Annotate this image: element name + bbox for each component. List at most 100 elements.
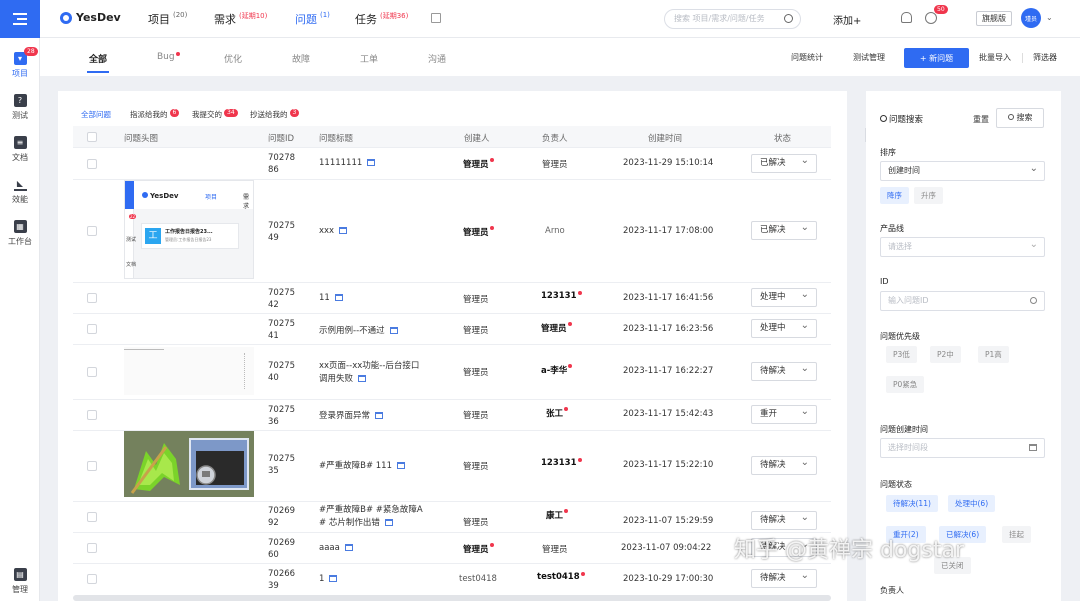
row-checkbox[interactable] bbox=[87, 226, 97, 236]
select-all-checkbox[interactable] bbox=[87, 132, 97, 142]
row-checkbox[interactable] bbox=[87, 512, 97, 522]
status-in-progress[interactable]: 处理中(6) bbox=[948, 495, 996, 512]
issue-title[interactable]: #严重故障B# #紧急故障A # 芯片制作出错 bbox=[319, 504, 423, 530]
priority-p0[interactable]: P0紧急 bbox=[886, 376, 925, 393]
issue-thumbnail[interactable] bbox=[124, 347, 254, 395]
table-row[interactable]: 70275 41 示例用例--不通过 管理员 管理员 2023-11-17 16:… bbox=[73, 314, 831, 345]
nav-requirement[interactable]: 需求 (延期10) bbox=[214, 11, 267, 27]
order-desc-button[interactable]: 降序 bbox=[880, 187, 909, 204]
issue-id: 70275 bbox=[268, 405, 296, 415]
status-select[interactable]: 已解决 bbox=[751, 219, 817, 240]
tab-fault[interactable]: 故障 bbox=[292, 52, 310, 65]
priority-p1[interactable]: P1高 bbox=[978, 346, 1009, 363]
row-checkbox[interactable] bbox=[87, 543, 97, 553]
menu-icon bbox=[13, 13, 27, 25]
clock-icon[interactable] bbox=[925, 12, 937, 24]
row-checkbox[interactable] bbox=[87, 574, 97, 584]
issue-title[interactable]: xx页面--xx功能--后台接口 调用失败 bbox=[319, 360, 419, 386]
status-open[interactable]: 待解决(11) bbox=[886, 495, 938, 512]
tab-all[interactable]: 全部 bbox=[86, 52, 110, 73]
table-row[interactable]: 70275 40 xx页面--xx功能--后台接口 调用失败 管理员 a-李华 20… bbox=[73, 345, 831, 400]
priority-p3[interactable]: P3低 bbox=[886, 346, 917, 363]
created-time-picker[interactable]: 选择时间段 bbox=[880, 438, 1045, 458]
issue-stats-link[interactable]: 问题统计 bbox=[791, 52, 823, 63]
order-asc-button[interactable]: 升序 bbox=[914, 187, 943, 204]
global-search-input[interactable]: 搜索 项目/需求/问题/任务 bbox=[664, 9, 801, 29]
table-row[interactable]: 70275 35 #严重故障B# 111 管理员 123131 2023-11-1… bbox=[73, 431, 831, 502]
filter-all-issues[interactable]: 全部问题 bbox=[81, 109, 111, 120]
status-select[interactable]: 待解决 bbox=[751, 360, 817, 381]
filter-cc-to-me[interactable]: 抄送给我的 3 bbox=[250, 109, 300, 120]
issue-title[interactable]: 1 bbox=[319, 574, 338, 584]
tab-bug[interactable]: Bug bbox=[157, 52, 180, 62]
nav-task[interactable]: 任务 (延期36) bbox=[355, 11, 408, 27]
tab-ticket[interactable]: 工单 bbox=[360, 52, 378, 65]
filter-submitted-by-me[interactable]: 我提交的 34 bbox=[192, 109, 238, 120]
sort-select[interactable]: 创建时间 ⌄ bbox=[880, 161, 1045, 181]
sidebar-item-test[interactable]: ? 测试 bbox=[0, 86, 40, 128]
issue-title[interactable]: #严重故障B# 111 bbox=[319, 459, 406, 471]
new-issue-button[interactable]: + 新问题 bbox=[904, 48, 969, 68]
priority-p2[interactable]: P2中 bbox=[930, 346, 961, 363]
row-checkbox[interactable] bbox=[87, 410, 97, 420]
status-select[interactable]: 重开 bbox=[751, 403, 817, 424]
row-checkbox[interactable] bbox=[87, 324, 97, 334]
chevron-down-icon[interactable]: ⌄ bbox=[1046, 13, 1053, 22]
status-select[interactable]: 已解决 bbox=[751, 152, 817, 173]
horizontal-scrollbar[interactable] bbox=[73, 595, 831, 601]
table-row[interactable]: 70269 60 aaaa 管理员 管理员 2023-11-07 09:04:22… bbox=[73, 533, 831, 564]
sidebar-item-efficiency[interactable]: ◣ 效能 bbox=[0, 170, 40, 212]
status-select[interactable]: 处理中 bbox=[751, 317, 817, 338]
table-row[interactable]: 70266 39 1 test0418 test0418 2023-10-29 1… bbox=[73, 564, 831, 595]
logout-icon[interactable] bbox=[431, 13, 441, 23]
filter-link[interactable]: 筛选器 bbox=[1033, 52, 1057, 63]
table-row[interactable]: 70278 86 11111111 管理员 管理员 2023-11-29 15:1… bbox=[73, 148, 831, 180]
sidebar-item-workbench[interactable]: ▦ 工作台 bbox=[0, 212, 40, 254]
status-suspended[interactable]: 挂起 bbox=[1002, 526, 1031, 543]
sidebar-item-project[interactable]: ▾ 项目 28 bbox=[0, 44, 40, 86]
table-row[interactable]: 70269 92 #严重故障B# #紧急故障A # 芯片制作出错 管理员 康工 20… bbox=[73, 502, 831, 533]
add-button[interactable]: 添加+ bbox=[833, 12, 861, 27]
table-row[interactable]: YesDev 项目 需求 22 测试 文档 工 工作报告日报告23... 管理员… bbox=[73, 180, 831, 283]
app-logo[interactable]: YesDev bbox=[60, 11, 121, 24]
issue-thumbnail[interactable] bbox=[124, 431, 254, 497]
issue-id-input[interactable]: 输入问题ID bbox=[880, 291, 1045, 311]
status-label: 问题状态 bbox=[880, 480, 912, 489]
issue-thumbnail[interactable]: YesDev 项目 需求 22 测试 文档 工 工作报告日报告23... 管理员… bbox=[124, 180, 254, 279]
row-checkbox[interactable] bbox=[87, 461, 97, 471]
table-row[interactable]: 70275 42 11 管理员 123131 2023-11-17 16:41:5… bbox=[73, 283, 831, 314]
status-select[interactable]: 处理中 bbox=[751, 286, 817, 307]
owner: Arno bbox=[545, 226, 565, 236]
issue-title[interactable]: 登录界面异常 bbox=[319, 409, 384, 421]
tab-optimize[interactable]: 优化 bbox=[224, 52, 242, 65]
row-checkbox[interactable] bbox=[87, 159, 97, 169]
product-select[interactable]: 请选择 ⌄ bbox=[880, 237, 1045, 257]
issue-title[interactable]: 11111111 bbox=[319, 158, 376, 168]
status-select[interactable]: 待解决 bbox=[751, 454, 817, 475]
column-header: 创建人 bbox=[464, 134, 490, 144]
tab-communication[interactable]: 沟通 bbox=[428, 52, 446, 65]
test-manage-link[interactable]: 测试管理 bbox=[853, 52, 885, 63]
status-select[interactable]: 待解决 bbox=[751, 509, 817, 530]
reset-button[interactable]: 重置 bbox=[973, 114, 989, 125]
issue-title[interactable]: 11 bbox=[319, 293, 343, 303]
panel-title-text: 问题搜索 bbox=[889, 115, 924, 125]
row-checkbox[interactable] bbox=[87, 367, 97, 377]
sidebar-item-manage[interactable]: ▤ 管理 bbox=[0, 560, 40, 601]
issue-title[interactable]: 示例用例--不通过 bbox=[319, 324, 398, 336]
filter-assigned-to-me[interactable]: 指派给我的 6 bbox=[130, 109, 180, 120]
issue-title[interactable]: aaaa bbox=[319, 543, 353, 553]
issue-title[interactable]: xxx bbox=[319, 226, 348, 236]
nav-project[interactable]: 项目 (20) bbox=[148, 11, 187, 27]
menu-toggle[interactable] bbox=[0, 0, 40, 38]
batch-import-link[interactable]: 批量导入 bbox=[979, 52, 1011, 63]
table-row[interactable]: 70275 36 登录界面异常 管理员 张工 2023-11-17 15:42:4… bbox=[73, 400, 831, 431]
status-select[interactable]: 待解决 bbox=[751, 567, 817, 588]
nav-label: 任务 bbox=[355, 13, 377, 26]
nav-issue[interactable]: 问题 (1) bbox=[295, 11, 330, 27]
panel-search-button[interactable]: 搜索 bbox=[996, 108, 1044, 128]
sidebar-item-doc[interactable]: ≡ 文档 bbox=[0, 128, 40, 170]
avatar[interactable]: 瑾员 bbox=[1021, 8, 1041, 28]
row-checkbox[interactable] bbox=[87, 293, 97, 303]
bell-icon[interactable] bbox=[901, 12, 912, 23]
